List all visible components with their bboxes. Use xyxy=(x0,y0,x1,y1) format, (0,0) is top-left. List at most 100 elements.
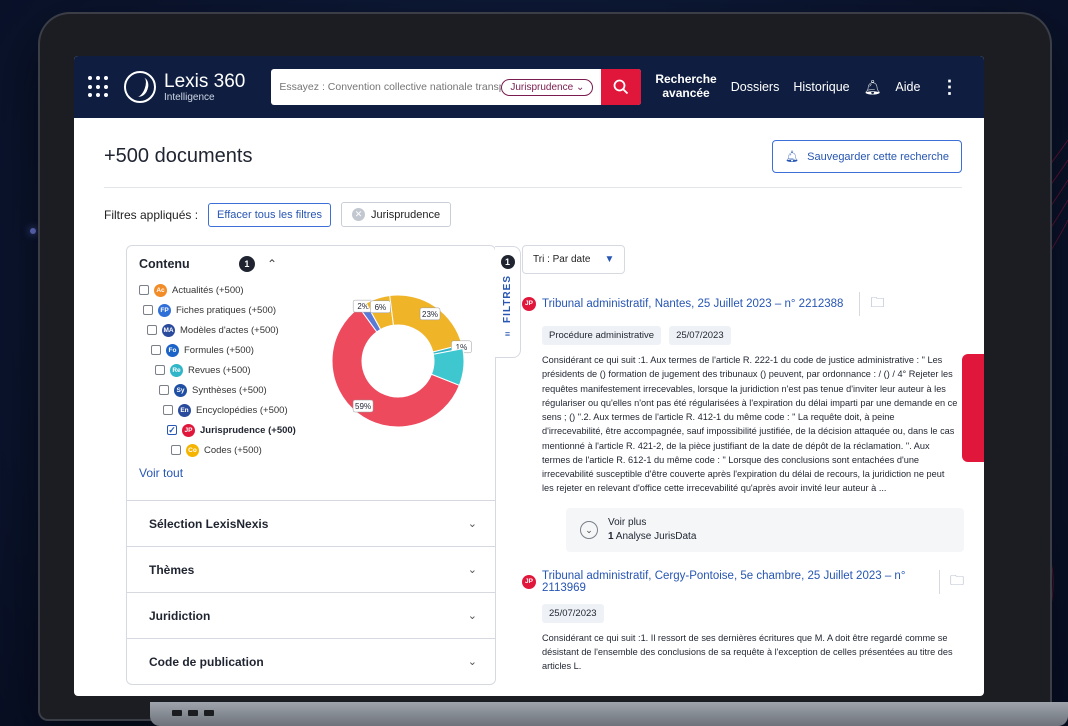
content-filter-count: 1 xyxy=(238,256,255,272)
brand-name: Lexis 360 xyxy=(164,70,246,92)
content-type-icon: Ac xyxy=(154,283,167,297)
checkbox[interactable] xyxy=(139,285,149,295)
checkbox[interactable] xyxy=(159,385,169,395)
slice-label: 6% xyxy=(370,300,391,314)
content-filter-section: Contenu 1 ⌃ Ac Actualités (+500) FP Fiches … xyxy=(127,246,495,500)
content-type-icon: JP xyxy=(182,423,195,437)
filter-accordion[interactable]: Juridiction ⌄ xyxy=(127,592,495,638)
result-excerpt: Considérant ce qui suit :1. Il ressort d… xyxy=(542,632,953,672)
nav-historique[interactable]: Historique xyxy=(793,80,849,94)
more-options-icon[interactable]: ⋮ xyxy=(940,77,958,98)
decorative-dot xyxy=(30,228,36,234)
feedback-tab[interactable] xyxy=(962,354,984,462)
advanced-search-link[interactable]: Recherche avancée xyxy=(655,72,717,101)
accordion-title: Code de publication xyxy=(149,654,264,669)
filters-tab-count: 1 xyxy=(500,255,515,269)
content-type-label: Actualités (+500) xyxy=(172,284,244,296)
checkbox[interactable] xyxy=(155,365,165,375)
clear-filters-button[interactable]: Effacer tous les filtres xyxy=(208,202,331,227)
results-header: +500 documents 🔔︎ Sauvegarder cette rech… xyxy=(74,118,984,173)
content-type-icon: FP xyxy=(158,303,171,317)
accordion-title: Juridiction xyxy=(149,608,211,623)
app-screen: Lexis 360 Intelligence Jurisprudence ⌄ R… xyxy=(74,56,984,696)
content-type-label: Jurisprudence (+500) xyxy=(200,424,296,436)
content-type-label: Revues (+500) xyxy=(188,364,251,376)
advanced-search-label-2: avancée xyxy=(662,86,710,100)
svg-text:23%: 23% xyxy=(422,310,438,319)
nav-dossiers[interactable]: Dossiers xyxy=(731,80,780,94)
sort-dropdown[interactable]: Tri : Par date ▼ xyxy=(522,245,626,274)
close-icon[interactable]: ✕ xyxy=(352,208,365,221)
checkbox[interactable]: ✓ xyxy=(167,425,177,435)
content-type-item[interactable]: Co Codes (+500) xyxy=(139,440,483,460)
advanced-search-label-1: Recherche xyxy=(655,72,717,87)
checkbox[interactable] xyxy=(147,325,157,335)
filter-sidebar: 1 FILTRES ≡ Contenu 1 ⌃ Ac Actualités (+5… xyxy=(126,245,521,685)
checkbox[interactable] xyxy=(143,305,153,315)
content-filter-title: Contenu xyxy=(139,257,190,271)
slice-label: 23% xyxy=(419,307,441,321)
filter-accordion[interactable]: Code de publication ⌄ xyxy=(127,638,495,684)
result-excerpt: Considérant ce qui suit :1. Aux termes d… xyxy=(542,355,958,494)
nav-aide[interactable]: Aide xyxy=(895,80,920,94)
content-type-label: Synthèses (+500) xyxy=(192,384,267,396)
apps-grid-icon[interactable] xyxy=(88,76,110,98)
result-title-link[interactable]: Tribunal administratif, Nantes, 25 Juill… xyxy=(542,298,843,310)
content-type-label: Encyclopédies (+500) xyxy=(196,404,288,416)
see-more-panel[interactable]: ⌄ Voir plus 1 Analyse JurisData xyxy=(566,507,964,552)
add-to-folder-icon[interactable]: 🗀︎ xyxy=(859,292,884,316)
accordion-title: Sélection LexisNexis xyxy=(149,516,269,531)
result-item: JP Tribunal administratif, Nantes, 25 Jui… xyxy=(522,292,964,552)
checkbox[interactable] xyxy=(171,445,181,455)
content-type-label: Formules (+500) xyxy=(184,344,254,356)
lexis-logo-icon xyxy=(124,71,156,103)
search-button[interactable] xyxy=(601,69,642,105)
content-type-icon: Re xyxy=(170,363,183,377)
jurisprudence-icon: JP xyxy=(522,297,536,311)
filter-accordion[interactable]: Thèmes ⌄ xyxy=(127,546,495,592)
content-type-icon: Fo xyxy=(166,343,179,357)
sliders-icon: ≡ xyxy=(504,328,511,339)
result-title-link[interactable]: Tribunal administratif, Cergy-Pontoise, … xyxy=(542,570,923,594)
save-search-button[interactable]: 🔔︎ Sauvegarder cette recherche xyxy=(772,140,962,173)
svg-text:6%: 6% xyxy=(375,303,387,312)
brand-subtitle: Intelligence xyxy=(164,91,215,103)
chevron-down-icon: ⌄ xyxy=(467,564,477,576)
pie-slice xyxy=(389,294,463,353)
bell-icon: 🔔︎ xyxy=(785,151,800,163)
search-scope-dropdown[interactable]: Jurisprudence ⌄ xyxy=(501,78,594,96)
applied-filter-label: Jurisprudence xyxy=(371,208,441,221)
applied-filter-chip[interactable]: ✕ Jurisprudence xyxy=(341,202,452,227)
jurisprudence-icon: JP xyxy=(522,574,536,589)
document-count: +500 documents xyxy=(104,145,253,167)
chevron-down-icon: ⌄ xyxy=(467,518,477,530)
brand-logo[interactable]: Lexis 360 Intelligence xyxy=(124,71,245,103)
analysis-count: 1 xyxy=(608,530,614,542)
chevron-down-icon: ⌄ xyxy=(575,81,585,93)
analysis-label: Analyse JurisData xyxy=(615,530,697,542)
chevron-down-icon: ⌄ xyxy=(467,656,477,668)
applied-filters-label: Filtres appliqués : xyxy=(104,207,199,222)
chevron-down-icon: ⌄ xyxy=(467,610,477,622)
main-content: 1 FILTRES ≡ Contenu 1 ⌃ Ac Actualités (+5… xyxy=(74,241,984,685)
filters-tab[interactable]: 1 FILTRES ≡ xyxy=(495,246,521,358)
search-bar: Jurisprudence ⌄ xyxy=(271,69,642,105)
search-scope-label: Jurisprudence xyxy=(510,81,574,93)
result-item: JP Tribunal administratif, Cergy-Pontoise… xyxy=(522,569,964,674)
result-tag: 25/07/2023 xyxy=(669,326,731,345)
add-to-folder-icon[interactable]: 🗀︎ xyxy=(939,569,964,594)
sort-label: Tri : Par date xyxy=(533,254,591,265)
svg-text:59%: 59% xyxy=(355,402,371,411)
applied-filters-row: Filtres appliqués : Effacer tous les fil… xyxy=(74,188,984,241)
bell-icon[interactable]: 🔔︎ xyxy=(864,79,882,96)
chevron-up-icon[interactable]: ⌃ xyxy=(267,257,277,271)
search-icon xyxy=(613,79,629,95)
search-input[interactable] xyxy=(279,81,502,93)
see-all-link[interactable]: Voir tout xyxy=(139,466,183,480)
filter-accordion[interactable]: Sélection LexisNexis ⌄ xyxy=(127,500,495,546)
checkbox[interactable] xyxy=(151,345,161,355)
laptop-base xyxy=(150,702,1068,726)
laptop-frame: Lexis 360 Intelligence Jurisprudence ⌄ R… xyxy=(40,14,1050,719)
results-list: Tri : Par date ▼ JP Tribunal administrati… xyxy=(522,245,964,685)
checkbox[interactable] xyxy=(163,405,173,415)
